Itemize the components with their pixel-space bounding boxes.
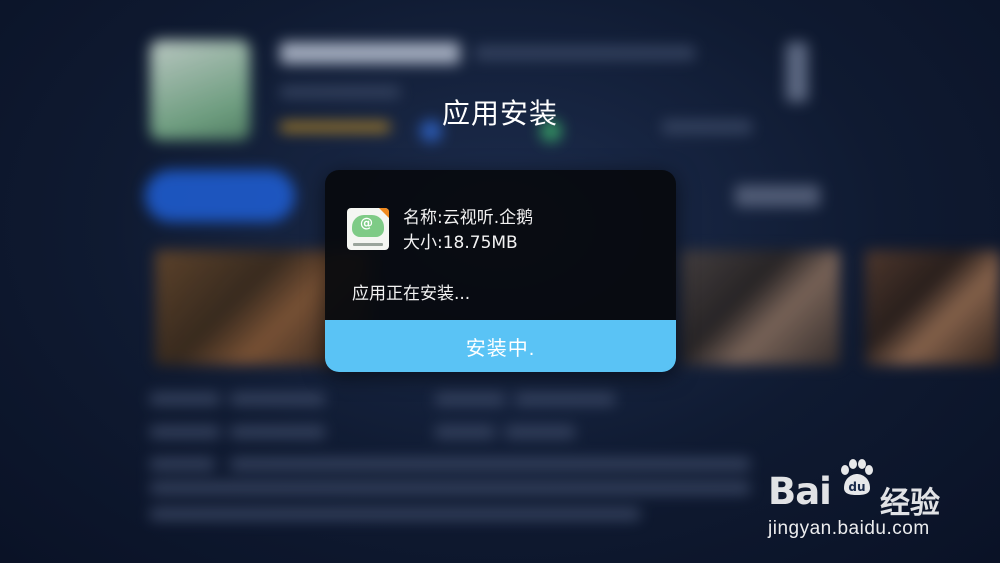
background-text-line: [230, 426, 325, 438]
app-info-row: @: [347, 208, 389, 250]
background-text-line: [435, 426, 495, 438]
baidu-logo-du: du: [848, 480, 865, 494]
background-text-line: [150, 458, 215, 470]
background-text-line: [150, 426, 220, 438]
install-status-text: 应用正在安装...: [352, 284, 471, 304]
app-icon: @: [347, 208, 389, 250]
paw-icon: du: [841, 459, 873, 495]
watermark-url: jingyan.baidu.com: [768, 518, 930, 539]
baidu-jingyan-text: 经验: [880, 486, 940, 521]
background-screenshot: [865, 250, 1000, 365]
at-symbol-icon: @: [360, 216, 373, 231]
background-screenshot: [680, 250, 840, 365]
app-meta: 名称:云视听.企鹅 大小:18.75MB: [403, 206, 533, 256]
background-text-line: [515, 393, 615, 405]
background-text-line: [230, 393, 325, 405]
background-app-title: [280, 42, 460, 64]
background-text-line: [505, 426, 575, 438]
install-dialog: @ 名称:云视听.企鹅 大小:18.75MB 应用正在安装... 安装中.: [325, 170, 676, 372]
baidu-logo: Bai: [768, 470, 832, 513]
background-secondary-button: [735, 185, 820, 207]
corner-badge-icon: [379, 208, 389, 218]
background-text-line: [435, 393, 505, 405]
baidu-logo-text: Bai: [768, 470, 832, 513]
installing-button[interactable]: 安装中.: [325, 320, 676, 372]
background-text-line: [150, 393, 220, 405]
icon-caption-bar: [353, 243, 383, 246]
background-text-line: [150, 482, 750, 494]
background-text-line: [150, 508, 640, 520]
app-name: 名称:云视听.企鹅: [403, 208, 534, 228]
background-primary-button: [145, 170, 295, 222]
background-text-line: [230, 458, 750, 470]
app-size: 大小:18.75MB: [403, 233, 518, 253]
background-app-subtitle: [475, 46, 695, 60]
dialog-title: 应用安装: [441, 97, 558, 130]
